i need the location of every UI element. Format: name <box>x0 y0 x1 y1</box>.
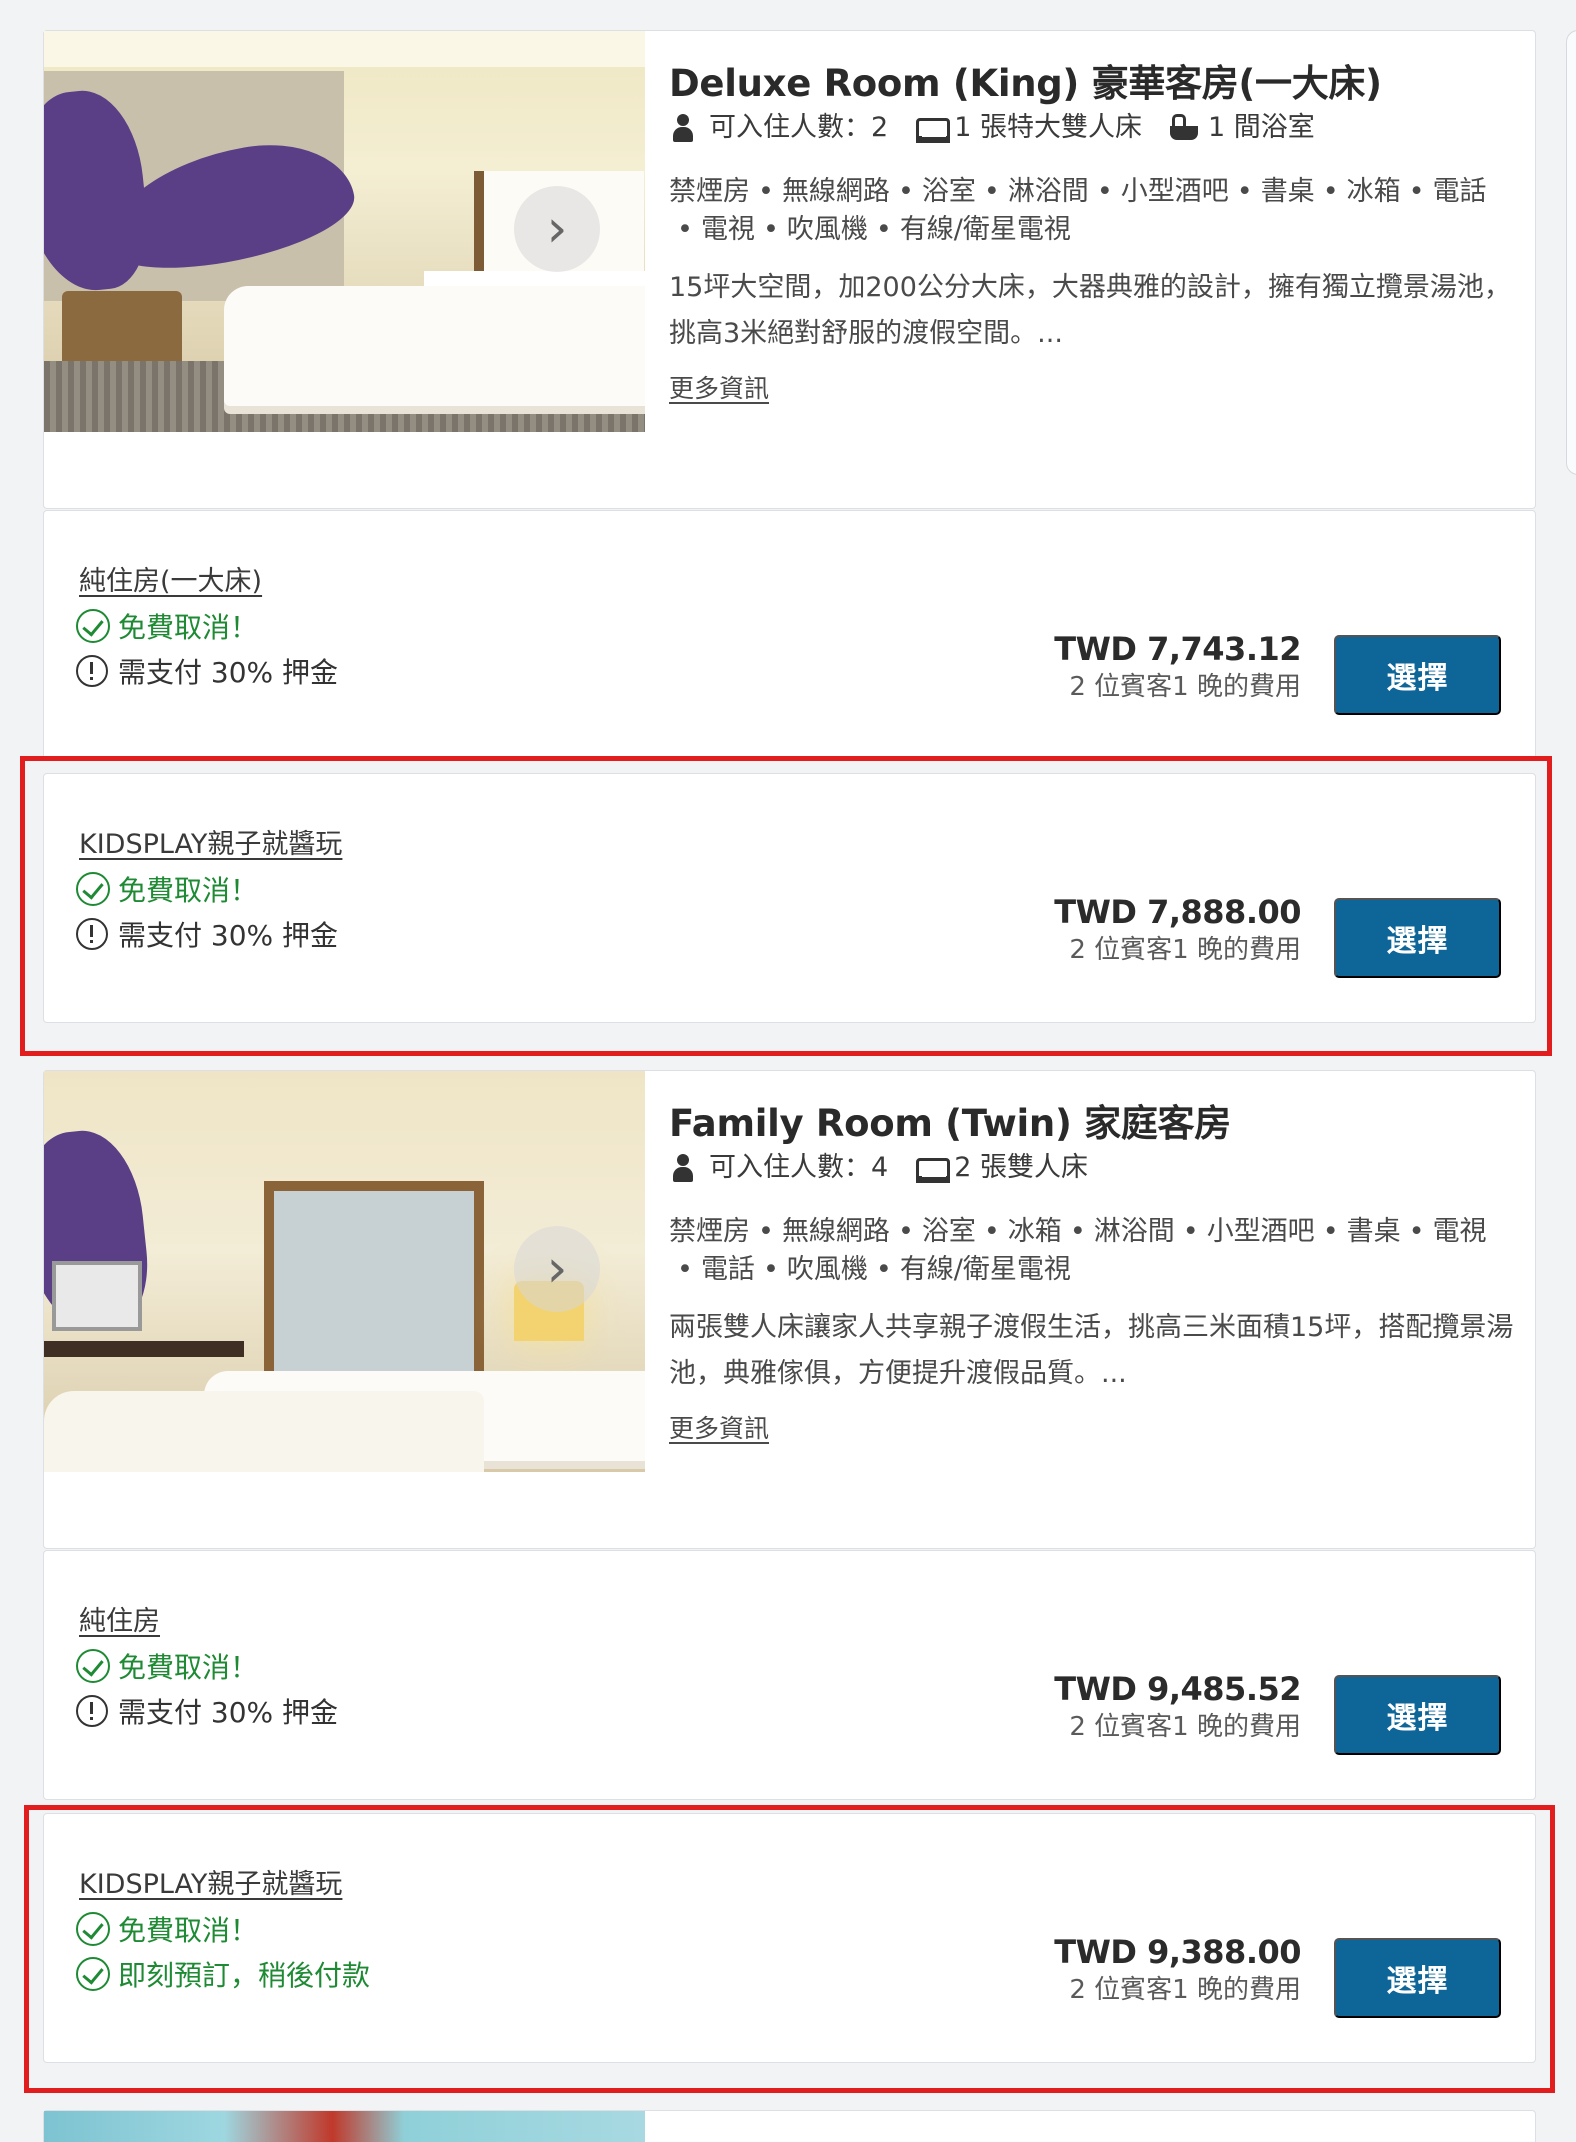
amenity: 電視 <box>1432 1216 1487 1247</box>
free-cancellation: 免費取消！ <box>76 1909 258 1949</box>
deposit-policy: 需支付 30% 押金 <box>76 651 338 691</box>
select-button[interactable]: 選擇 <box>1334 1938 1501 2018</box>
room-description: 兩張雙人床讓家人共享親子渡假生活，挑高三米面積15坪，搭配攬景湯池，典雅傢俱，方… <box>669 1312 1514 1389</box>
deposit-policy: 需支付 30% 押金 <box>76 914 338 954</box>
price-block: TWD 7,743.12 2 位賓客1 晚的費用 <box>1054 629 1301 705</box>
price-note: 2 位賓客1 晚的費用 <box>1069 672 1301 702</box>
check-circle-icon <box>76 1649 110 1683</box>
bed-icon <box>914 1154 951 1183</box>
amenity: 浴室 <box>921 1216 976 1247</box>
price: TWD 7,743.12 <box>1054 630 1301 668</box>
rate-name-link[interactable]: KIDSPLAY親子就醬玩 <box>79 1862 342 1901</box>
select-button[interactable]: 選擇 <box>1334 898 1501 978</box>
chevron-right-icon[interactable]: › <box>514 1226 600 1312</box>
price: TWD 9,388.00 <box>1054 1933 1301 1971</box>
rate-row: 純住房(一大床) 免費取消！ 需支付 30% 押金 TWD 7,743.12 2… <box>43 510 1536 760</box>
price-block: TWD 9,388.00 2 位賓客1 晚的費用 <box>1054 1932 1301 2008</box>
check-circle-icon <box>76 1912 110 1946</box>
room-card-deluxe-king: › Deluxe Room (King) 豪華客房(一大床) 可入住人數：2 1… <box>43 30 1536 509</box>
select-button[interactable]: 選擇 <box>1334 1675 1501 1755</box>
side-panel-edge <box>1566 30 1576 475</box>
room-info: Deluxe Room (King) 豪華客房(一大床) 可入住人數：2 1 張… <box>669 61 1519 405</box>
amenity: 冰箱 <box>1007 1216 1062 1247</box>
rate-name-link[interactable]: 純住房(一大床) <box>79 559 262 598</box>
person-icon <box>669 1154 699 1182</box>
check-circle-icon <box>76 872 110 906</box>
room-title: Deluxe Room (King) 豪華客房(一大床) <box>669 62 1382 105</box>
amenity: 無線網路 <box>781 176 890 207</box>
deposit-policy: 需支付 30% 押金 <box>76 1691 338 1731</box>
amenity: 有線/衛星電視 <box>899 1254 1071 1285</box>
person-icon <box>669 114 699 142</box>
bathrooms-fact: 1 間浴室 <box>1168 109 1315 147</box>
check-circle-icon <box>76 1957 110 1991</box>
amenity: 書桌 <box>1260 176 1315 207</box>
alert-circle-icon <box>76 918 108 950</box>
amenity: 浴室 <box>921 176 976 207</box>
amenities-list: 禁煙房 • 無線網路 • 浴室 • 冰箱 • 淋浴間 • 小型酒吧 • 書桌 • 電視 • 電話 • 吹風機 • 有線/… <box>669 1216 1487 1285</box>
amenity: 電視 <box>700 214 755 245</box>
more-info-link[interactable]: 更多資訊 <box>669 369 769 405</box>
amenity: 禁煙房 <box>669 176 750 207</box>
rate-row: KIDSPLAY親子就醬玩 免費取消！ 需支付 30% 押金 TWD 7,888… <box>43 773 1536 1023</box>
room-info: Family Room (Twin) 家庭客房 可入住人數：4 2 張雙人床 禁… <box>669 1101 1519 1445</box>
amenity: 有線/衛星電視 <box>899 214 1071 245</box>
amenity: 吹風機 <box>786 1254 868 1285</box>
price-block: TWD 7,888.00 2 位賓客1 晚的費用 <box>1054 892 1301 968</box>
rate-row: KIDSPLAY親子就醬玩 免費取消！ 即刻預訂，稍後付款 TWD 9,388.… <box>43 1813 1536 2063</box>
room-photo[interactable]: › <box>44 1071 645 1472</box>
amenity: 淋浴間 <box>1007 176 1089 207</box>
amenity: 電話 <box>700 1254 755 1285</box>
amenity: 小型酒吧 <box>1120 176 1229 207</box>
amenity: 電話 <box>1432 176 1487 207</box>
bathtub-icon <box>1168 114 1198 142</box>
amenity: 禁煙房 <box>669 1216 750 1247</box>
beds-fact: 1 張特大雙人床 <box>914 109 1142 147</box>
room-card-next <box>43 2110 1536 2142</box>
room-facts: 可入住人數：4 2 張雙人床 <box>669 1149 1519 1187</box>
amenity: 吹風機 <box>786 214 868 245</box>
rate-row: 純住房 免費取消！ 需支付 30% 押金 TWD 9,485.52 2 位賓客1… <box>43 1550 1536 1800</box>
more-info-link[interactable]: 更多資訊 <box>669 1409 769 1445</box>
beds-fact: 2 張雙人床 <box>914 1149 1088 1187</box>
price: TWD 7,888.00 <box>1054 893 1301 931</box>
amenity: 淋浴間 <box>1093 1216 1175 1247</box>
amenity: 冰箱 <box>1346 176 1401 207</box>
alert-circle-icon <box>76 655 108 687</box>
room-card-family-twin: › Family Room (Twin) 家庭客房 可入住人數：4 2 張雙人床… <box>43 1070 1536 1549</box>
rate-name-link[interactable]: KIDSPLAY親子就醬玩 <box>79 822 342 861</box>
room-description: 15坪大空間，加200公分大床，大器典雅的設計，擁有獨立攬景湯池，挑高3米絕對舒… <box>669 272 1511 349</box>
amenities-list: 禁煙房 • 無線網路 • 浴室 • 淋浴間 • 小型酒吧 • 書桌 • 冰箱 • 電話 • 電視 • 吹風機 • 有線/… <box>669 176 1487 245</box>
price-note: 2 位賓客1 晚的費用 <box>1069 1975 1301 2005</box>
occupancy-fact: 可入住人數：4 <box>669 1149 888 1187</box>
free-cancellation: 免費取消！ <box>76 1646 258 1686</box>
price-block: TWD 9,485.52 2 位賓客1 晚的費用 <box>1054 1669 1301 1745</box>
price: TWD 9,485.52 <box>1054 1670 1301 1708</box>
check-circle-icon <box>76 609 110 643</box>
occupancy-fact: 可入住人數：2 <box>669 109 888 147</box>
free-cancellation: 免費取消！ <box>76 606 258 646</box>
room-title: Family Room (Twin) 家庭客房 <box>669 1102 1231 1145</box>
room-facts: 可入住人數：2 1 張特大雙人床 1 間浴室 <box>669 109 1519 147</box>
amenity: 無線網路 <box>781 1216 890 1247</box>
amenity: 小型酒吧 <box>1206 1216 1315 1247</box>
bed-icon <box>914 114 951 143</box>
room-photo[interactable] <box>44 2111 645 2142</box>
price-note: 2 位賓客1 晚的費用 <box>1069 935 1301 965</box>
room-photo[interactable]: › <box>44 31 645 432</box>
rate-name-link[interactable]: 純住房 <box>79 1599 160 1638</box>
chevron-right-icon[interactable]: › <box>514 186 600 272</box>
select-button[interactable]: 選擇 <box>1334 635 1501 715</box>
amenity: 書桌 <box>1346 1216 1401 1247</box>
alert-circle-icon <box>76 1695 108 1727</box>
price-note: 2 位賓客1 晚的費用 <box>1069 1712 1301 1742</box>
book-now-pay-later: 即刻預訂，稍後付款 <box>76 1954 370 1994</box>
free-cancellation: 免費取消！ <box>76 869 258 909</box>
